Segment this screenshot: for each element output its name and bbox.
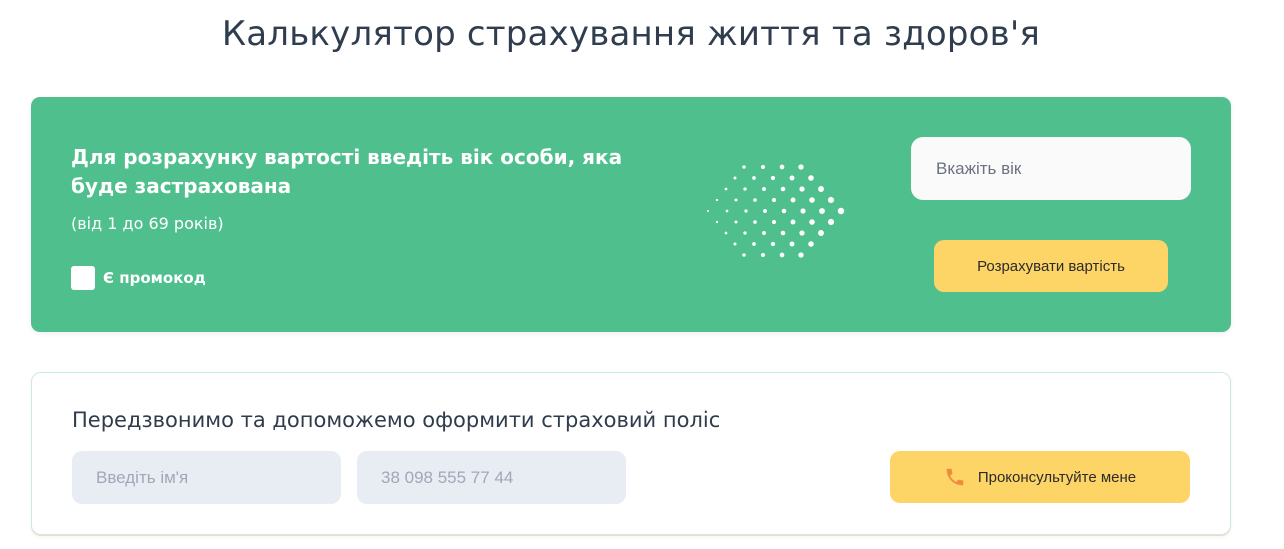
name-input[interactable]: [72, 451, 341, 504]
callback-card: Передзвонимо та допоможемо оформити стра…: [31, 372, 1231, 536]
calculate-price-button[interactable]: Розрахувати вартість: [934, 240, 1168, 292]
phone-input[interactable]: [357, 451, 626, 504]
callback-heading: Передзвонимо та допоможемо оформити стра…: [72, 408, 721, 432]
dotted-arrow-decoration: [707, 164, 845, 258]
page-title: Калькулятор страхування життя та здоров'…: [221, 14, 1041, 54]
age-input[interactable]: [911, 137, 1191, 200]
phone-icon: [946, 468, 964, 486]
consult-me-button[interactable]: Проконсультуйте мене: [890, 451, 1190, 503]
consult-button-label: Проконсультуйте мене: [977, 468, 1137, 486]
checkbox-box[interactable]: [71, 266, 95, 290]
promo-code-checkbox[interactable]: Є промокод: [71, 266, 206, 290]
calculator-card: Для розрахунку вартості введіть вік особ…: [31, 97, 1231, 332]
calculator-heading: Для розрахунку вартості введіть вік особ…: [71, 145, 623, 198]
age-range-note: (від 1 до 69 років): [71, 214, 224, 233]
promo-code-label: Є промокод: [103, 269, 206, 287]
